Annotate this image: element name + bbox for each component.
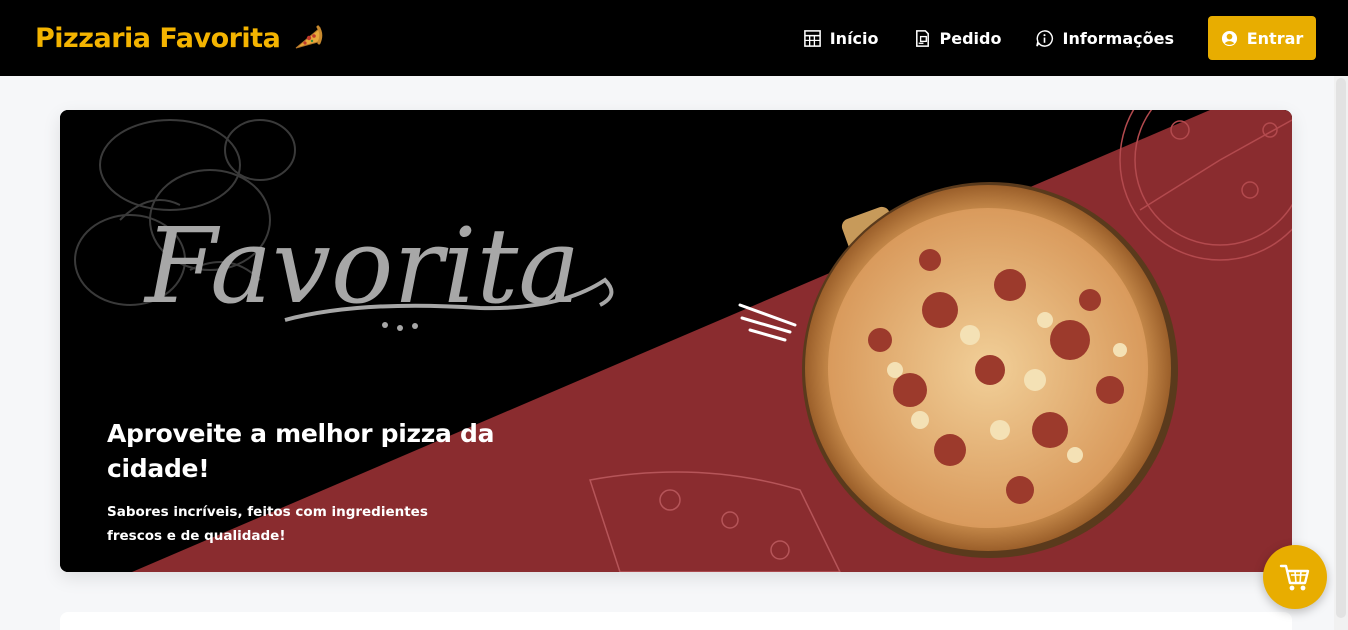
cart-button[interactable] <box>1263 545 1327 609</box>
info-icon <box>1036 29 1054 47</box>
user-circle-icon <box>1221 30 1237 46</box>
nav-label-informacoes: Informações <box>1062 28 1174 48</box>
nav-item-inicio[interactable]: Início <box>803 29 879 48</box>
page-scrollbar[interactable] <box>1334 76 1348 630</box>
next-section-card <box>60 612 1292 630</box>
login-label: Entrar <box>1246 28 1304 48</box>
shopping-cart-icon <box>1279 564 1310 591</box>
hero-banner: Favorita Aproveite a melhor pizza da cid… <box>60 110 1292 572</box>
main-nav: Início Pedido Informações Entrar <box>803 16 1316 60</box>
scrollbar-thumb[interactable] <box>1336 78 1346 618</box>
login-button[interactable]: Entrar <box>1208 16 1316 60</box>
brand[interactable]: Pizzaria Favorita <box>35 18 324 58</box>
top-navbar: Pizzaria Favorita Início Pedido Informaç… <box>0 0 1348 76</box>
nav-item-pedido[interactable]: Pedido <box>913 28 1002 48</box>
hero-title: Aproveite a melhor pizza da cidade! <box>107 419 495 483</box>
receipt-icon <box>915 29 929 47</box>
nav-label-inicio: Início <box>829 28 879 48</box>
pizza-slice-icon <box>292 22 324 54</box>
hero-subtitle: Sabores incríveis, feitos com ingredient… <box>107 504 428 544</box>
brand-name: Pizzaria Favorita <box>35 22 281 54</box>
store-icon <box>803 29 821 47</box>
nav-item-informacoes[interactable]: Informações <box>1035 29 1174 48</box>
pizza-photo <box>802 182 1178 558</box>
nav-label-pedido: Pedido <box>939 28 1002 48</box>
